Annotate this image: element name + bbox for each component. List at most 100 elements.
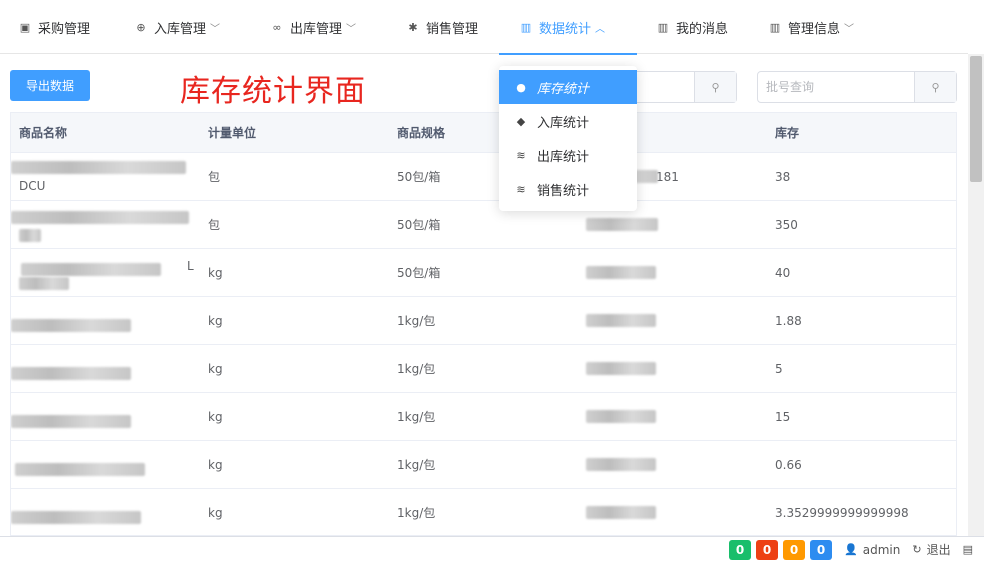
column-header-stock: 库存	[775, 126, 800, 140]
search-box-1: ⚲	[620, 71, 737, 103]
redaction-block	[586, 314, 656, 327]
count-badge[interactable]: 0	[783, 539, 806, 560]
chevron-down-icon: ﹀	[844, 23, 855, 35]
cell-product-name: L	[11, 255, 200, 291]
redacted-name	[11, 399, 199, 435]
panel-icon: ▤	[962, 543, 973, 556]
redaction-block	[586, 458, 656, 471]
nav-item-6[interactable]: ▥ 管理信息 ﹀	[768, 0, 854, 54]
redaction-block	[11, 318, 131, 332]
badge-group: 0000	[724, 539, 833, 560]
cell-stock: 38	[775, 169, 791, 184]
redaction-block	[21, 262, 161, 276]
dropdown-item-0[interactable]: ● 库存统计	[499, 70, 637, 104]
cell-stock: 15	[775, 409, 791, 424]
cell-product-name	[11, 495, 200, 531]
wifi-icon: ≋	[516, 148, 526, 162]
export-data-button[interactable]: 导出数据	[10, 70, 90, 101]
table-row[interactable]: kg 1kg/包 5	[11, 345, 956, 393]
dropdown-item-2[interactable]: ≋ 出库统计	[499, 138, 637, 172]
redacted-name	[11, 303, 199, 339]
nav-item-label: 出库管理	[290, 21, 343, 37]
nav-item-3[interactable]: ✱ 销售管理	[406, 0, 478, 54]
cell-batch	[578, 410, 767, 423]
cell-spec: 1kg/包	[397, 458, 436, 472]
bar-chart-icon: ▥	[657, 20, 669, 34]
dropdown-item-label: 销售统计	[537, 183, 590, 199]
stock-table: 商品名称 计量单位 商品规格 库存 DCU 包 50包/箱 181 38 包 50包/箱 35…	[10, 112, 957, 536]
cell-spec: 1kg/包	[397, 506, 436, 520]
nav-item-0[interactable]: ▣ 采购管理	[18, 0, 90, 54]
cell-spec: 1kg/包	[397, 314, 436, 328]
cell-batch	[578, 506, 767, 519]
nav-item-2[interactable]: ∞ 出库管理 ﹀	[270, 0, 356, 54]
cell-stock: 1.88	[775, 313, 802, 328]
name-tail-text: DCU	[19, 178, 46, 193]
logout-label: 退出	[926, 543, 951, 557]
table-row[interactable]: kg 1kg/包 0.66	[11, 441, 956, 489]
redaction-block	[586, 218, 658, 231]
nav-item-5[interactable]: ▥ 我的消息	[656, 0, 728, 54]
redaction-block	[586, 266, 656, 279]
wifi-icon: ≋	[516, 182, 526, 196]
nav-item-label: 数据统计	[539, 21, 592, 37]
nav-item-label: 销售管理	[426, 21, 479, 37]
cell-batch	[578, 362, 767, 375]
top-nav: ▣ 采购管理 ⊕ 入库管理 ﹀ ∞ 出库管理 ﹀ ✱ 销售管理 ▥ 数据统计 ︿ ▥ 我的消息 ▥ 管理信息 ﹀	[0, 0, 968, 55]
count-badge[interactable]: 0	[729, 539, 752, 560]
redaction-block	[11, 210, 189, 224]
bar-chart-icon: ▥	[520, 20, 532, 34]
table-row[interactable]: kg 1kg/包 3.3529999999999998	[11, 489, 956, 535]
cell-spec: 1kg/包	[397, 362, 436, 376]
nav-item-1[interactable]: ⊕ 入库管理 ﹀	[134, 0, 220, 54]
cell-unit: kg	[208, 505, 223, 520]
nav-item-label: 采购管理	[38, 21, 91, 37]
scrollbar[interactable]	[968, 54, 984, 536]
batch-search-button[interactable]: ⚲	[914, 72, 956, 102]
redacted-name	[11, 207, 199, 243]
chevron-down-icon: ﹀	[346, 23, 357, 35]
count-badge[interactable]: 0	[756, 539, 779, 560]
nav-item-4[interactable]: ▥ 数据统计 ︿	[499, 0, 637, 55]
dropdown-item-label: 出库统计	[537, 149, 590, 165]
batch-search-input[interactable]	[758, 72, 914, 102]
redaction-block	[586, 410, 656, 423]
cell-unit: 包	[208, 170, 221, 184]
menu-toggle[interactable]: ▤	[963, 543, 978, 556]
logout-button[interactable]: ↻ 退出	[912, 541, 950, 558]
nav-item-label: 入库管理	[154, 21, 207, 37]
table-row[interactable]: Lkg 50包/箱 40	[11, 249, 956, 297]
redacted-name: L	[19, 255, 199, 291]
dropdown-item-3[interactable]: ≋ 销售统计	[499, 172, 637, 206]
data-stats-dropdown: ● 库存统计 ◆ 入库统计 ≋ 出库统计 ≋ 销售统计	[499, 66, 637, 211]
search-button-1[interactable]: ⚲	[694, 72, 736, 102]
user-info[interactable]: 👤 admin	[844, 543, 900, 557]
table-row[interactable]: kg 1kg/包 1.88	[11, 297, 956, 345]
gear-icon: ✱	[408, 20, 418, 34]
cell-stock: 0.66	[775, 457, 802, 472]
redaction-block	[11, 366, 131, 380]
redacted-name	[11, 351, 199, 387]
search-icon: ⚲	[711, 80, 720, 94]
table-header: 商品名称 计量单位 商品规格 库存	[11, 113, 956, 153]
cell-unit: kg	[208, 457, 223, 472]
cell-product-name	[11, 399, 200, 435]
cell-spec: 1kg/包	[397, 410, 436, 424]
table-row[interactable]: 包 50包/箱 350	[11, 201, 956, 249]
redacted-name	[11, 495, 199, 531]
status-footer: 0000 👤 admin ↻ 退出 ▤	[0, 536, 984, 562]
bag-icon: ▣	[19, 20, 31, 34]
scrollbar-thumb[interactable]	[970, 56, 982, 182]
logout-icon: ↻	[912, 543, 922, 556]
dropdown-item-1[interactable]: ◆ 入库统计	[499, 104, 637, 138]
table-row[interactable]: kg 1kg/包 15	[11, 393, 956, 441]
table-row[interactable]: DCU 包 50包/箱 181 38	[11, 153, 956, 201]
cell-product-name	[11, 351, 200, 387]
dropdown-item-label: 入库统计	[537, 115, 590, 131]
redacted-name	[15, 447, 199, 483]
username: admin	[862, 542, 901, 557]
count-badge[interactable]: 0	[810, 539, 833, 560]
nav-item-label: 管理信息	[788, 21, 841, 37]
column-header-unit: 计量单位	[208, 126, 257, 140]
cell-batch	[578, 314, 767, 327]
